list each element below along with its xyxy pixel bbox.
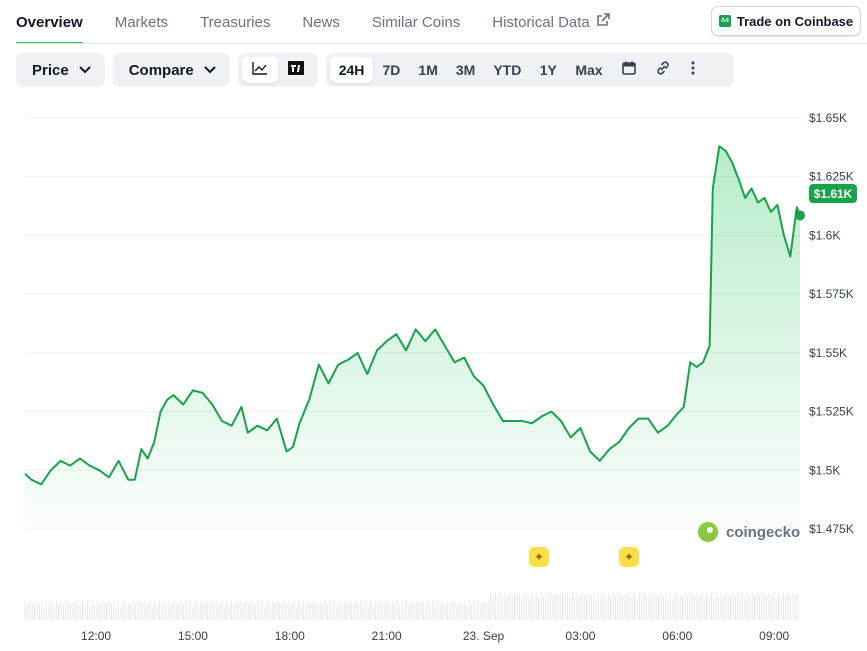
- x-tick-label: 06:00: [662, 629, 692, 643]
- x-tick-label: 09:00: [759, 629, 789, 643]
- y-tick-label: $1.525K: [809, 405, 854, 419]
- y-tick-label: $1.5K: [809, 463, 840, 477]
- sparkle-icon: ✦: [623, 550, 635, 564]
- sparkle-icon: ✦: [533, 550, 545, 564]
- y-tick-label: $1.475K: [809, 522, 854, 536]
- current-price-dot: [795, 210, 805, 221]
- x-tick-label: 15:00: [178, 629, 208, 643]
- x-tick-label: 23. Sep: [463, 629, 505, 643]
- y-tick-label: $1.625K: [809, 170, 854, 184]
- y-tick-label: $1.55K: [809, 346, 847, 360]
- y-tick-label: $1.575K: [809, 287, 854, 301]
- x-tick-label: 12:00: [81, 629, 111, 643]
- current-price-badge: $1.61K: [809, 184, 857, 203]
- watermark-label: coingecko: [726, 523, 801, 541]
- y-tick-label: $1.65K: [809, 111, 847, 125]
- coingecko-watermark: coingecko: [698, 522, 800, 542]
- x-tick-label: 03:00: [565, 629, 595, 643]
- event-marker[interactable]: ✦: [529, 547, 549, 567]
- x-tick-label: 21:00: [372, 629, 402, 643]
- coingecko-logo-icon: [698, 522, 718, 542]
- x-tick-label: 18:00: [275, 629, 305, 643]
- event-marker[interactable]: ✦: [619, 547, 639, 567]
- y-tick-label: $1.6K: [809, 228, 840, 242]
- price-chart[interactable]: $1.65K $1.625K $1.6K $1.575K $1.55K $1.525K $1…: [0, 0, 867, 651]
